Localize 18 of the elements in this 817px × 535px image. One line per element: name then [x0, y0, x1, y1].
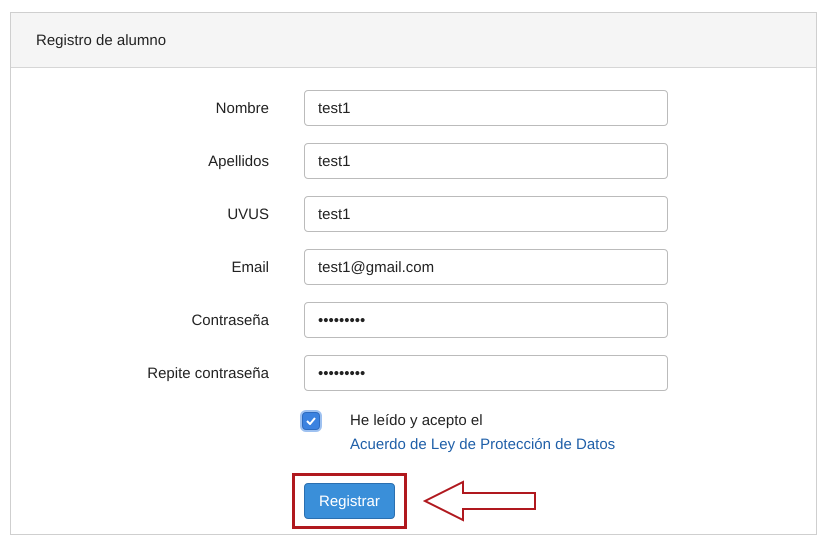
input-field[interactable]: ••••••••• [304, 355, 668, 391]
input-field[interactable]: test1 [304, 143, 668, 179]
field-label: Repite contraseña [146, 364, 269, 382]
check-icon [306, 417, 316, 425]
input-field[interactable]: test1 [304, 90, 668, 126]
arrow-icon [422, 480, 536, 522]
input-field[interactable]: test1 [304, 196, 668, 232]
field-label: Email [230, 258, 269, 276]
input-field[interactable]: test1@gmail.com [304, 249, 668, 285]
input-field[interactable]: ••••••••• [304, 302, 668, 338]
consent-text: He leído y acepto el Acuerdo de Ley de Protección de Datos [350, 411, 616, 455]
field-label: Nombre [214, 100, 269, 116]
field-label: UVUS [226, 206, 269, 222]
agreement-link[interactable]: Acuerdo de Ley de Protección de Datos [350, 436, 616, 453]
field-label: Apellidos [207, 152, 269, 170]
panel-title: Registro de alumno [36, 32, 166, 48]
checkbox[interactable] [302, 412, 320, 430]
field-label: Contraseña [190, 312, 269, 328]
